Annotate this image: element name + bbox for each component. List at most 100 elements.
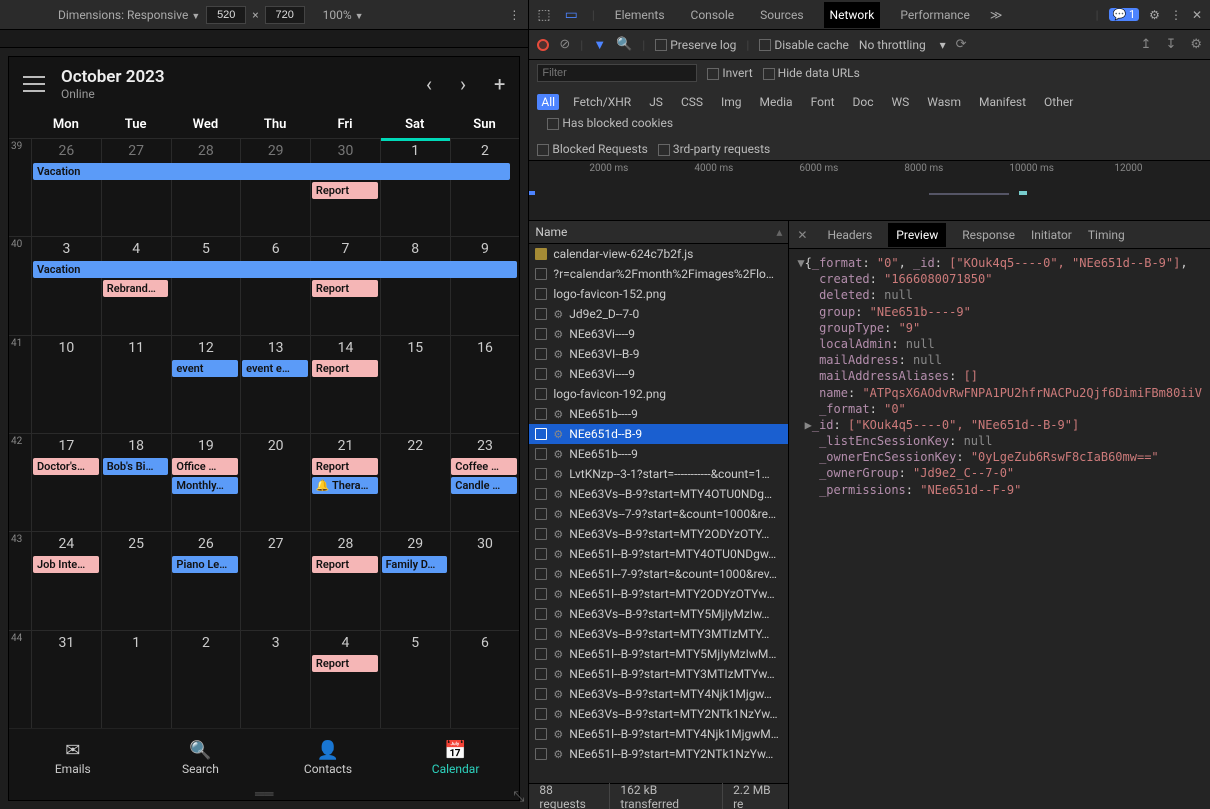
event-chip[interactable]: Report bbox=[312, 655, 378, 672]
throttling-dropdown[interactable]: No throttling ▾ bbox=[859, 38, 946, 52]
request-row[interactable]: ⚙NEe63Vi----9 bbox=[529, 324, 788, 344]
request-row[interactable]: ⚙NEe651l--B-9?start=MTY4OTU0NDgw… bbox=[529, 544, 788, 564]
day-cell[interactable]: 3 bbox=[240, 631, 310, 728]
dimensions-dropdown[interactable]: Dimensions: Responsive ▼ bbox=[58, 8, 200, 22]
more-tabs-icon[interactable]: ≫ bbox=[990, 8, 1003, 22]
day-cell[interactable]: 15 bbox=[380, 336, 450, 433]
day-cell[interactable]: 26 bbox=[171, 532, 241, 629]
request-row[interactable]: ⚙NEe63Vs--B-9?start=MTY5MjIyMzIw… bbox=[529, 604, 788, 624]
day-cell[interactable]: 1 bbox=[380, 139, 450, 236]
devtools-menu-icon[interactable]: ⋮ bbox=[1170, 8, 1182, 22]
menu-icon[interactable] bbox=[23, 76, 45, 92]
event-chip[interactable]: event bbox=[172, 360, 238, 377]
day-cell[interactable]: 16 bbox=[450, 336, 520, 433]
network-timeline[interactable]: 2000 ms4000 ms6000 ms8000 ms10000 ms1200… bbox=[529, 161, 1210, 221]
request-row[interactable]: ⚙NEe651l--B-9?start=MTY3MTIzMTYw… bbox=[529, 664, 788, 684]
settings-icon[interactable]: ⚙ bbox=[1149, 8, 1160, 22]
detail-tab-initiator[interactable]: Initiator bbox=[1031, 228, 1072, 242]
close-devtools-icon[interactable]: ✕ bbox=[1192, 8, 1202, 22]
filter-input[interactable] bbox=[537, 64, 697, 82]
request-row[interactable]: ⚙NEe63VI--B-9 bbox=[529, 344, 788, 364]
event-chip[interactable]: Bob's Bi… bbox=[103, 458, 169, 475]
name-column-header[interactable]: Name bbox=[535, 225, 567, 239]
day-cell[interactable]: 17 bbox=[31, 434, 101, 531]
request-row[interactable]: ⚙NEe63Vs--7-9?start=&count=1000&re… bbox=[529, 504, 788, 524]
invert-checkbox[interactable]: Invert bbox=[707, 66, 752, 80]
event-chip[interactable]: Report bbox=[312, 360, 378, 377]
filter-type-ws[interactable]: WS bbox=[888, 94, 914, 110]
day-cell[interactable]: 4 bbox=[310, 631, 380, 728]
issues-badge[interactable]: 💬 1 bbox=[1109, 8, 1140, 21]
day-cell[interactable]: 22 bbox=[380, 434, 450, 531]
network-settings-icon[interactable]: ⚙ bbox=[1190, 37, 1202, 52]
event-chip[interactable]: Candle … bbox=[451, 477, 517, 494]
event-chip[interactable]: 🔔 Therapy… bbox=[312, 477, 378, 494]
detail-tab-preview[interactable]: Preview bbox=[888, 223, 946, 247]
day-cell[interactable]: 27 bbox=[240, 532, 310, 629]
request-row[interactable]: logo-favicon-152.png bbox=[529, 284, 788, 304]
day-cell[interactable]: 30 bbox=[450, 532, 520, 629]
day-cell[interactable]: 6 bbox=[240, 237, 310, 334]
event-chip[interactable]: Report bbox=[312, 182, 378, 199]
day-cell[interactable]: 25 bbox=[101, 532, 171, 629]
request-row[interactable]: ⚙LvtKNzp--3-1?start=-----------&count=1… bbox=[529, 464, 788, 484]
tab-elements[interactable]: Elements bbox=[609, 2, 671, 28]
clear-icon[interactable]: ⊘ bbox=[559, 37, 570, 52]
blocked-requests-checkbox[interactable]: Blocked Requests bbox=[537, 142, 647, 156]
add-event-icon[interactable]: + bbox=[494, 72, 505, 96]
download-har-icon[interactable]: ↧ bbox=[1165, 37, 1176, 52]
third-party-checkbox[interactable]: 3rd-party requests bbox=[658, 142, 770, 156]
filter-type-manifest[interactable]: Manifest bbox=[975, 94, 1030, 110]
event-chip[interactable]: Vacation bbox=[33, 163, 510, 180]
tab-sources[interactable]: Sources bbox=[754, 2, 809, 28]
search-icon[interactable]: 🔍 bbox=[616, 37, 632, 52]
record-icon[interactable] bbox=[537, 39, 549, 51]
event-chip[interactable]: Coffee … bbox=[451, 458, 517, 475]
day-cell[interactable]: 6 bbox=[450, 631, 520, 728]
device-mode-icon[interactable]: ▭ bbox=[565, 7, 578, 23]
day-cell[interactable]: 8 bbox=[380, 237, 450, 334]
day-cell[interactable]: 18 bbox=[101, 434, 171, 531]
event-chip[interactable]: Office … bbox=[172, 458, 238, 475]
day-cell[interactable]: 28 bbox=[171, 139, 241, 236]
day-cell[interactable]: 3 bbox=[31, 237, 101, 334]
day-cell[interactable]: 11 bbox=[101, 336, 171, 433]
event-chip[interactable]: Piano Le… bbox=[172, 556, 238, 573]
day-cell[interactable]: 5 bbox=[171, 237, 241, 334]
request-row[interactable]: ⚙NEe651b----9 bbox=[529, 404, 788, 424]
request-row[interactable]: ?r=calendar%2Fmonth%2Fimages%2Flo… bbox=[529, 264, 788, 284]
event-chip[interactable]: Doctor's… bbox=[33, 458, 99, 475]
filter-type-js[interactable]: JS bbox=[645, 94, 667, 110]
day-cell[interactable]: 5 bbox=[380, 631, 450, 728]
day-cell[interactable]: 28 bbox=[310, 532, 380, 629]
request-row[interactable]: calendar-view-624c7b2f.js bbox=[529, 244, 788, 264]
nav-contacts[interactable]: 👤Contacts bbox=[264, 729, 392, 788]
event-chip[interactable]: Job Inte… bbox=[33, 556, 99, 573]
day-cell[interactable]: 10 bbox=[31, 336, 101, 433]
event-chip[interactable]: Monthly… bbox=[172, 477, 238, 494]
request-row[interactable]: ⚙NEe63Vs--B-9?start=MTY3MTIzMTY… bbox=[529, 624, 788, 644]
detail-tab-timing[interactable]: Timing bbox=[1088, 228, 1125, 242]
event-chip[interactable]: Report bbox=[312, 458, 378, 475]
day-cell[interactable]: 12 bbox=[171, 336, 241, 433]
filter-type-css[interactable]: CSS bbox=[677, 94, 707, 110]
filter-type-all[interactable]: All bbox=[537, 94, 559, 110]
event-chip[interactable]: Vacation bbox=[33, 261, 517, 278]
filter-toggle-icon[interactable]: ▼ bbox=[593, 37, 606, 53]
day-cell[interactable]: 29 bbox=[240, 139, 310, 236]
day-cell[interactable]: 2 bbox=[171, 631, 241, 728]
inspect-icon[interactable]: ⬚ bbox=[537, 7, 550, 23]
request-row[interactable]: ⚙NEe63Vs--B-9?start=MTY2NTk1NzYw… bbox=[529, 704, 788, 724]
event-chip[interactable]: Rebrand… bbox=[103, 280, 169, 297]
request-row[interactable]: logo-favicon-192.png bbox=[529, 384, 788, 404]
height-input[interactable] bbox=[265, 6, 305, 24]
day-cell[interactable]: 27 bbox=[101, 139, 171, 236]
popout-icon[interactable]: ⤡ bbox=[513, 789, 524, 805]
device-menu-icon[interactable]: ⋮ bbox=[508, 8, 520, 22]
event-chip[interactable]: event e… bbox=[242, 360, 308, 377]
zoom-dropdown[interactable]: 100% ▼ bbox=[323, 8, 364, 22]
nav-search[interactable]: 🔍Search bbox=[137, 729, 265, 788]
drag-handle-icon[interactable]: ══ bbox=[9, 788, 519, 800]
blocked-cookies-checkbox[interactable]: Has blocked cookies bbox=[547, 116, 673, 130]
detail-tab-headers[interactable]: Headers bbox=[827, 228, 872, 242]
